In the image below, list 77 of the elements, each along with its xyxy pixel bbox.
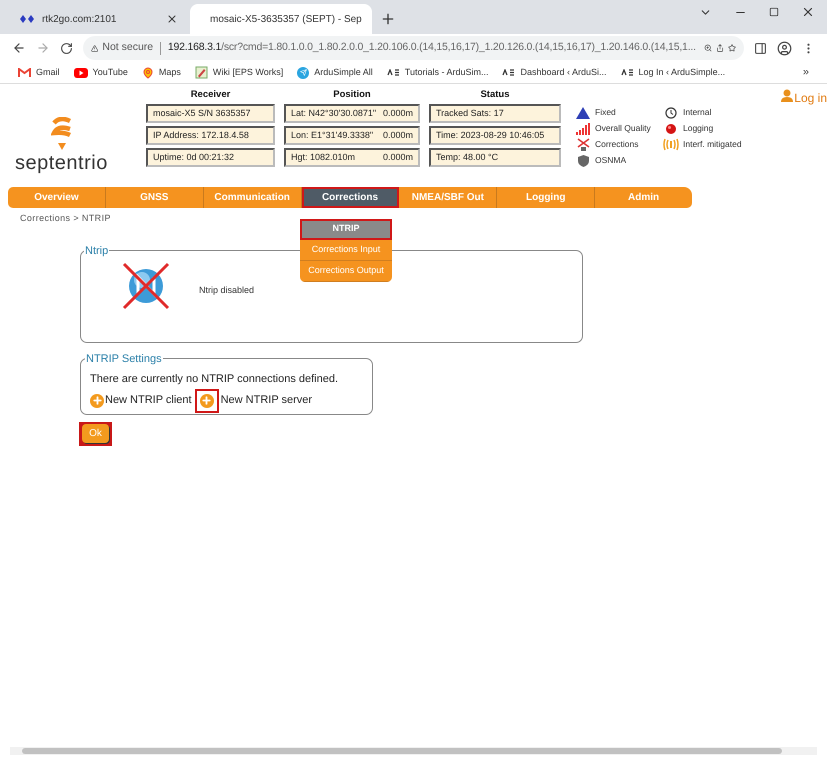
mail-icon: [18, 68, 31, 78]
logo-mark-icon: [51, 117, 73, 151]
browser-tab[interactable]: mosaic-X5-3635357 (SEPT) - Sep: [190, 4, 372, 34]
bookmark-link[interactable]: YouTube: [74, 66, 128, 80]
cell-value: 0.000m: [382, 128, 413, 142]
bookmark-link[interactable]: Tutorials - ArduSim...: [386, 66, 488, 80]
diamond-icon: [20, 15, 34, 23]
info-cell: mosaic-X5 S/N 3635357: [146, 104, 275, 123]
bookmark-star-icon[interactable]: [728, 42, 736, 54]
status-text: Ntrip disabled: [199, 284, 254, 298]
new-tab-icon[interactable]: [380, 11, 396, 27]
more-bookmarks[interactable]: »: [802, 64, 809, 81]
column-heading: Status: [479, 89, 511, 101]
profile-icon[interactable]: [777, 40, 792, 56]
bookmark-link[interactable]: Maps: [142, 66, 181, 80]
cell-text: Hgt: 1082.010m: [291, 150, 356, 164]
bookmark-link[interactable]: Dashboard ‹ ArduSi...: [502, 66, 607, 80]
legend-label: Interf. mitigated: [683, 138, 742, 151]
logo-icon: [620, 69, 634, 76]
shield-icon: [578, 154, 588, 166]
nav-tab[interactable]: Corrections: [302, 187, 400, 208]
warning-icon: [91, 42, 98, 54]
horizontal-scrollbar[interactable]: [10, 747, 817, 755]
maximize-icon[interactable]: [769, 7, 779, 17]
legend-label: OSNMA: [595, 154, 626, 167]
telegram-icon: [297, 66, 310, 78]
side-panel-icon[interactable]: [754, 42, 767, 54]
info-cell: IP Address: 172.18.4.58: [146, 126, 275, 145]
bookmark-link[interactable]: Wiki [EPS Works]: [194, 66, 284, 80]
logo-text: septentrio: [15, 153, 108, 173]
security-label: Not secure: [102, 40, 154, 56]
info-cell: Temp: 48.00 °C: [429, 148, 561, 167]
breadcrumb: Corrections > NTRIP: [20, 212, 112, 225]
signal-bars-icon: [576, 122, 590, 134]
address-bar[interactable]: Not secure 192.168.3.1/scr?cmd=1.80.1.0.0_1.80.2.0.0_1.20.106.0.(14,15,16,17)_1.20.126.0.(14,15,16,17)_1.20.146.0.(14,15,1...: [83, 36, 744, 60]
close-icon[interactable]: [166, 13, 178, 25]
legend-label: Corrections: [595, 138, 638, 151]
cell-text: Lon: E1°31'49.3338": [291, 128, 374, 142]
bookmark-link[interactable]: ArduSimple All: [297, 66, 373, 80]
panel-title: Ntrip: [84, 244, 110, 258]
map-pin-icon: [142, 66, 154, 78]
back-icon[interactable]: [12, 41, 26, 55]
tab-title: mosaic-X5-3635357 (SEPT) - Sep: [210, 12, 362, 26]
logo-icon: [386, 69, 400, 76]
legend-label: Logging: [683, 122, 714, 135]
legend-label: Internal: [683, 106, 712, 119]
reload-icon[interactable]: [60, 42, 73, 54]
column-heading: Receiver: [190, 89, 232, 101]
triangle-icon: [576, 106, 590, 118]
url-text: 192.168.3.1/scr?cmd=1.80.1.0.0_1.80.2.0.0_1.20.106.0.(14,15,16,17)_1.20.126.0.(14,15,16,17)_1.20.146.0.(14,15,1...: [168, 40, 696, 56]
play-icon: [74, 68, 88, 78]
zoom-icon[interactable]: [704, 42, 712, 54]
info-cell: Uptime: 0d 00:21:32: [146, 148, 275, 167]
cell-text: Lat: N42°30'30.0871": [291, 106, 376, 120]
user-icon: [781, 89, 794, 102]
waves-icon: [663, 138, 679, 151]
browser-tab[interactable]: rtk2go.com:2101: [8, 4, 190, 34]
dot-icon: [665, 122, 677, 134]
legend-label: Fixed: [595, 106, 616, 119]
action-link[interactable]: New NTRIP client: [105, 392, 192, 409]
info-cell: Time: 2023-08-29 10:46:05: [429, 126, 561, 145]
cell-value: 0.000m: [382, 150, 413, 164]
legend-label: Overall Quality: [595, 122, 651, 135]
cell-value: 0.000m: [382, 106, 413, 120]
clock-icon: [665, 106, 677, 118]
tab-title: rtk2go.com:2101: [42, 12, 118, 26]
info-cell: Tracked Sats: 17: [429, 104, 561, 123]
action-link[interactable]: New NTRIP server: [220, 392, 312, 409]
column-heading: Position: [332, 89, 372, 101]
share-icon[interactable]: [716, 42, 724, 54]
bookmark-link[interactable]: Gmail: [18, 66, 60, 80]
logo-icon: [502, 69, 516, 76]
close-icon[interactable]: [801, 5, 815, 19]
panel-title: NTRIP Settings: [85, 352, 163, 366]
info-message: There are currently no NTRIP connections defined.: [90, 372, 340, 387]
bookmark-link[interactable]: Log In ‹ ArduSimple...: [620, 66, 726, 80]
pencil-icon: [194, 66, 208, 79]
